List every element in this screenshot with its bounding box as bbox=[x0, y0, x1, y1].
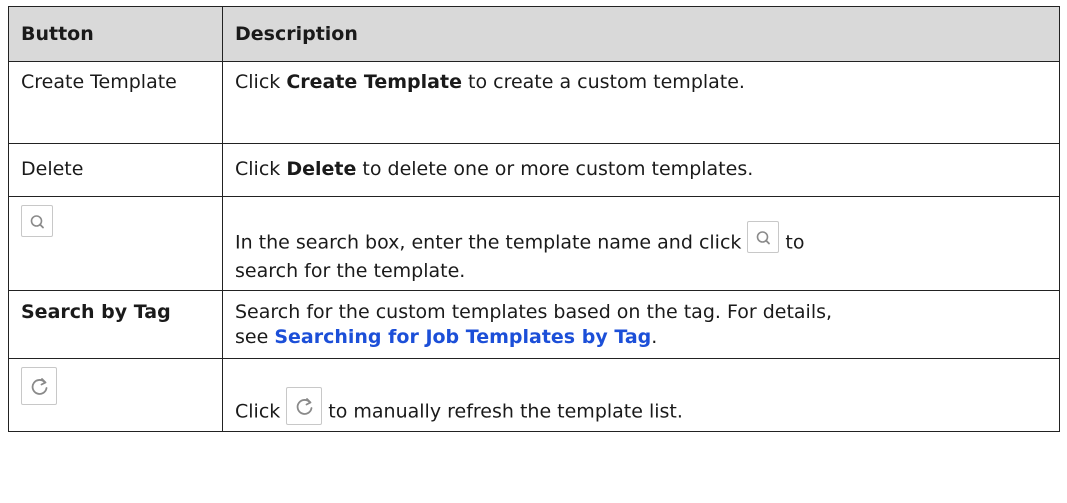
table-row: Create Template Click Create Template to… bbox=[8, 61, 1060, 144]
searching-job-templates-by-tag-link[interactable]: Searching for Job Templates by Tag bbox=[274, 326, 651, 348]
description-cell: In the search box, enter the template na… bbox=[222, 196, 1060, 291]
description-text: Click bbox=[235, 158, 287, 180]
description-text: search for the template. bbox=[235, 260, 466, 282]
description-text: . bbox=[651, 326, 658, 348]
button-name-cell: Search by Tag bbox=[8, 290, 223, 359]
description-text: see bbox=[235, 326, 275, 348]
refresh-icon bbox=[286, 387, 323, 425]
description-cell: Search for the custom templates based on… bbox=[222, 290, 1060, 359]
description-text: Click bbox=[235, 400, 281, 423]
description-cell: Click Delete to delete one or more custo… bbox=[222, 143, 1060, 197]
button-description-table: Button Description Create Template Click… bbox=[8, 6, 1060, 432]
table-row: Search by Tag Search for the custom temp… bbox=[8, 290, 1060, 359]
button-icon-cell bbox=[8, 358, 223, 432]
description-text: to bbox=[785, 231, 805, 254]
description-text: to delete one or more custom templates. bbox=[356, 158, 754, 180]
description-text: Click bbox=[235, 71, 287, 93]
search-icon bbox=[747, 221, 780, 253]
description-text: to create a custom template. bbox=[461, 71, 745, 93]
description-text: to manually refresh the template list. bbox=[328, 400, 683, 423]
table-row: In the search box, enter the template na… bbox=[8, 196, 1060, 291]
refresh-icon bbox=[21, 367, 57, 405]
description-text: In the search box, enter the template na… bbox=[235, 231, 742, 254]
description-text: Search for the custom templates based on… bbox=[235, 301, 833, 323]
delete-label: Delete bbox=[286, 158, 357, 180]
button-name-cell: Create Template bbox=[8, 61, 223, 144]
search-icon bbox=[21, 205, 53, 237]
column-header-description: Description bbox=[222, 6, 1060, 62]
table-row: Click to manually refresh the template l… bbox=[8, 358, 1060, 432]
create-template-label: Create Template bbox=[286, 71, 462, 93]
description-cell: Click Create Template to create a custom… bbox=[222, 61, 1060, 144]
description-cell: Click to manually refresh the template l… bbox=[222, 358, 1060, 432]
table-header-row: Button Description bbox=[8, 6, 1060, 62]
button-name-cell: Delete bbox=[8, 143, 223, 197]
table-row: Delete Click Delete to delete one or mor… bbox=[8, 143, 1060, 197]
button-icon-cell bbox=[8, 196, 223, 291]
column-header-button: Button bbox=[8, 6, 223, 62]
